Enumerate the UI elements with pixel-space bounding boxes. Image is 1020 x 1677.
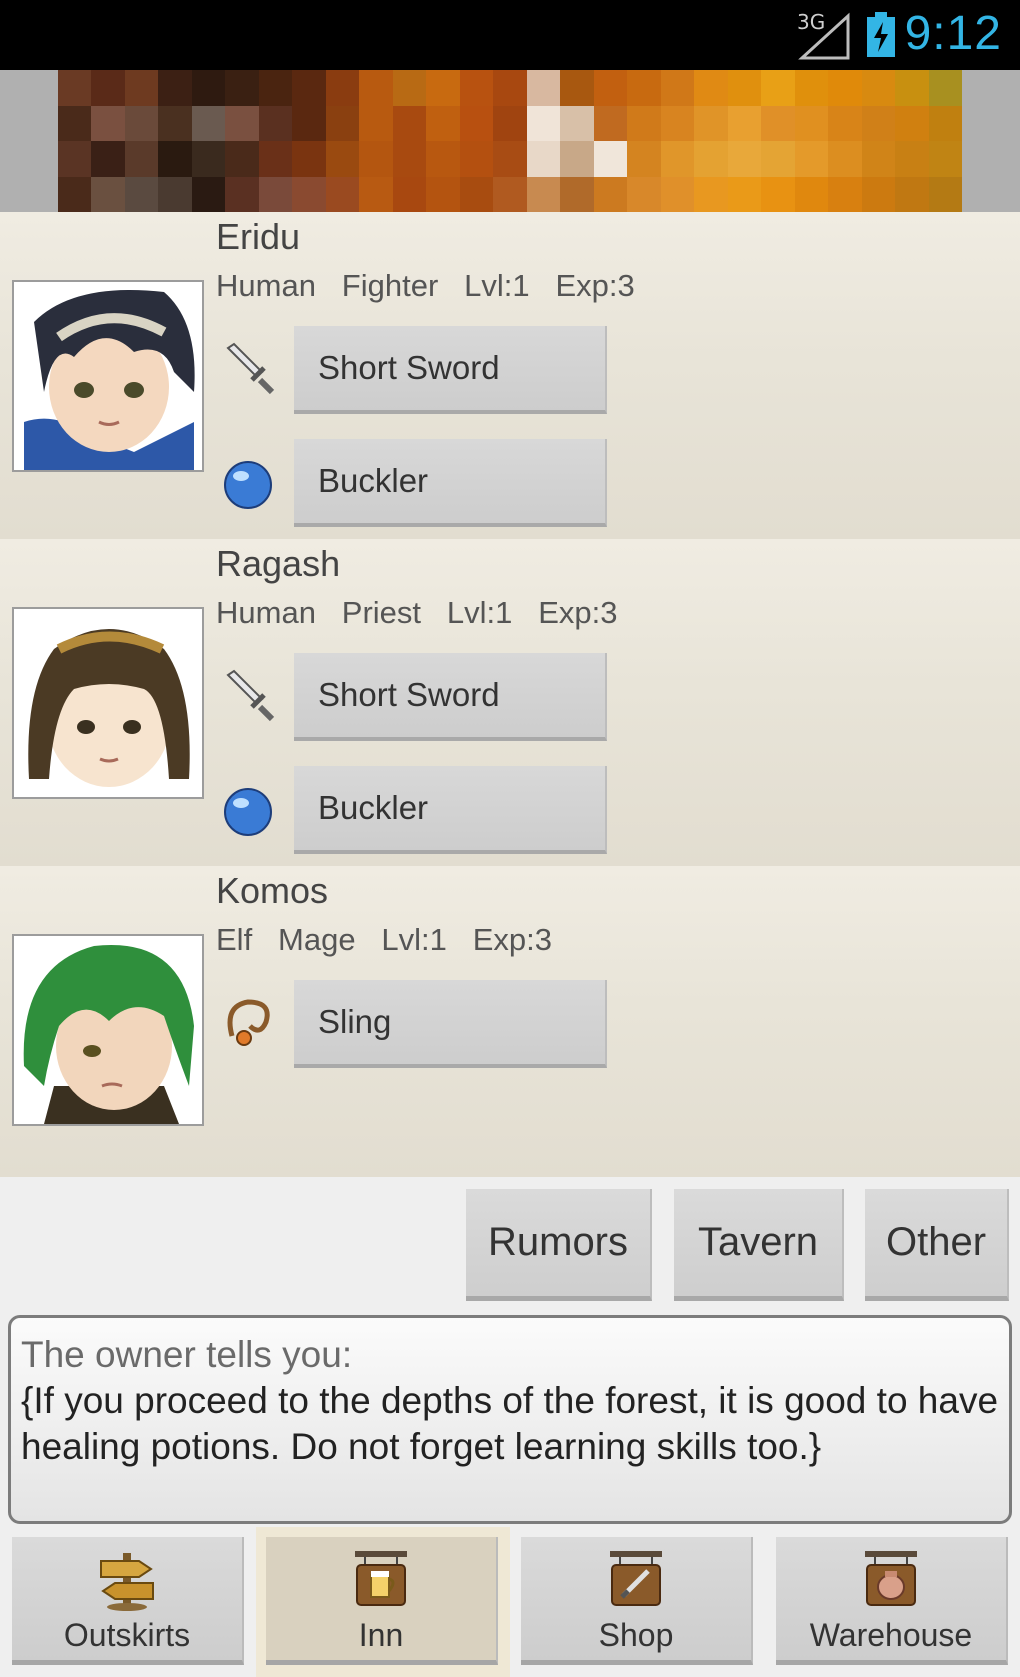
- character-stats: Human Priest Lvl:1 Exp:3: [216, 595, 617, 631]
- sling-icon: [227, 999, 270, 1046]
- nav-label: Warehouse: [809, 1617, 973, 1653]
- shop-sign-icon: [610, 1551, 662, 1606]
- party-member-ragash[interactable]: Ragash Human Priest Lvl:1 Exp:3 Short Sw…: [0, 539, 1020, 866]
- character-level: Lvl:1: [446, 595, 513, 630]
- character-race: Elf: [216, 922, 253, 957]
- character-stats: Human Fighter Lvl:1 Exp:3: [216, 268, 635, 304]
- blurred-scene-image: [58, 70, 962, 212]
- character-name: Eridu: [216, 216, 301, 257]
- signal-icon: [798, 12, 850, 60]
- nav-label: Outskirts: [63, 1617, 191, 1653]
- rumors-button[interactable]: Rumors: [466, 1189, 652, 1301]
- character-portrait-icon: [14, 609, 202, 797]
- shield-orb-icon: [224, 788, 272, 836]
- character-name: Ragash: [216, 543, 341, 584]
- nav-label: Shop: [598, 1617, 674, 1653]
- party-list: Eridu Human Fighter Lvl:1 Exp:3 Short Sw…: [0, 212, 1020, 1177]
- dialog-box: The owner tells you: {If you proceed to …: [8, 1315, 1012, 1524]
- clock: 9:12: [904, 7, 1002, 60]
- sword-icon: [226, 669, 275, 722]
- tavern-button[interactable]: Tavern: [674, 1189, 844, 1301]
- weapon-slot-button[interactable]: Short Sword: [294, 326, 607, 414]
- character-portrait-icon: [14, 936, 202, 1124]
- portrait-avatar[interactable]: [12, 934, 204, 1126]
- portrait-avatar[interactable]: [12, 607, 204, 799]
- nav-outskirts-button[interactable]: Outskirts: [12, 1537, 244, 1665]
- party-member-eridu[interactable]: Eridu Human Fighter Lvl:1 Exp:3 Short Sw…: [0, 212, 1020, 539]
- other-button[interactable]: Other: [865, 1189, 1009, 1301]
- shield-slot-button[interactable]: Buckler: [294, 766, 607, 854]
- party-member-komos[interactable]: Komos Elf Mage Lvl:1 Exp:3 Sling: [0, 866, 1020, 1177]
- character-race: Human: [216, 268, 316, 303]
- warehouse-sign-icon: [865, 1551, 917, 1606]
- character-level: Lvl:1: [381, 922, 447, 957]
- character-stats: Elf Mage Lvl:1 Exp:3: [216, 922, 552, 958]
- character-exp: Exp:3: [555, 268, 635, 303]
- character-exp: Exp:3: [472, 922, 553, 957]
- battery-charging-icon: [867, 12, 895, 57]
- shield-orb-icon: [224, 461, 272, 509]
- location-banner: [0, 70, 1020, 212]
- character-portrait-icon: [14, 282, 202, 470]
- dialog-text: {If you proceed to the depths of the for…: [21, 1380, 999, 1467]
- nav-shop-button[interactable]: Shop: [521, 1537, 753, 1665]
- character-exp: Exp:3: [538, 595, 618, 630]
- character-name: Komos: [216, 870, 329, 911]
- nav-inn-button[interactable]: Inn: [266, 1537, 498, 1665]
- nav-warehouse-button[interactable]: Warehouse: [776, 1537, 1008, 1665]
- status-bar: 3G 9:12: [0, 0, 1020, 70]
- dialog-intro: The owner tells you:: [21, 1334, 353, 1375]
- inn-actions: Rumors Tavern Other The owner tells you:…: [0, 1177, 1020, 1677]
- character-class: Fighter: [341, 268, 439, 303]
- character-race: Human: [216, 595, 316, 630]
- signpost-icon: [100, 1553, 154, 1611]
- inn-sign-icon: [355, 1551, 407, 1606]
- shield-slot-button[interactable]: Buckler: [294, 439, 607, 527]
- character-class: Mage: [278, 922, 356, 957]
- location-nav: Outskirts Inn Shop Warehouse: [0, 1527, 1020, 1677]
- character-class: Priest: [341, 595, 422, 630]
- portrait-avatar[interactable]: [12, 280, 204, 472]
- weapon-slot-button[interactable]: Sling: [294, 980, 607, 1068]
- sword-icon: [226, 342, 275, 395]
- character-level: Lvl:1: [464, 268, 530, 303]
- weapon-slot-button[interactable]: Short Sword: [294, 653, 607, 741]
- nav-label: Inn: [358, 1617, 404, 1653]
